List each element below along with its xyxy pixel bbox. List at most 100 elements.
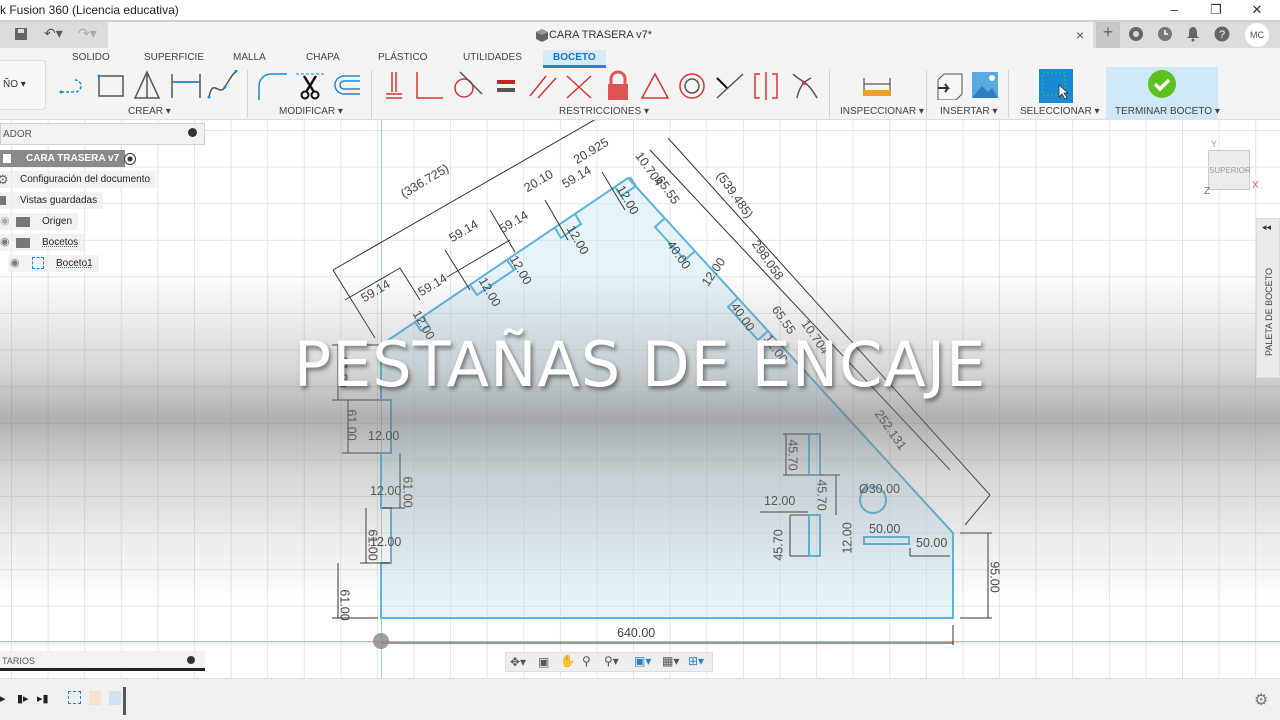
undo-icon[interactable]: ↶▾ (44, 25, 63, 42)
timeline-sketch-icon[interactable] (68, 691, 81, 704)
tab-plastico[interactable]: PLÁSTICO (378, 52, 427, 63)
viewcube[interactable]: SUPERIOR (1208, 150, 1251, 190)
activate-radio-icon[interactable] (124, 153, 136, 165)
workspace-dropdown[interactable]: ÑO ▾ (0, 60, 46, 110)
look-at-icon[interactable]: ▣ (538, 655, 549, 669)
tab-chapa[interactable]: CHAPA (306, 52, 340, 63)
dimension-label[interactable]: 50.00 (916, 536, 947, 550)
parallel-constraint-icon[interactable] (526, 70, 560, 100)
rectangle-tool-icon[interactable] (95, 70, 129, 100)
settings-gear-icon[interactable]: ⚙ (1254, 690, 1268, 710)
trim-tool-icon[interactable] (294, 70, 328, 100)
sketch-palette-collapsed[interactable]: ◂◂ PALETA DE BOCETO (1256, 218, 1280, 378)
new-tab-button[interactable]: + (1096, 22, 1120, 50)
dimension-label[interactable]: 61.00 (345, 409, 359, 440)
timeline-feature-icon[interactable] (89, 691, 101, 705)
zoom-icon[interactable]: ⚲ (582, 654, 591, 668)
dimension-label[interactable]: 12.00 (370, 484, 401, 498)
collapse-icon[interactable] (188, 128, 197, 137)
close-window-button[interactable]: ✕ (1247, 2, 1267, 18)
redo-icon[interactable]: ↷▾ (78, 25, 97, 42)
tab-solido[interactable]: SOLIDO (72, 52, 110, 63)
timeline-feature-icon[interactable] (109, 691, 121, 705)
step-forward-icon[interactable]: ▮▸ (17, 692, 29, 705)
orbit-icon[interactable]: ✥▾ (510, 655, 526, 669)
dimension-label[interactable]: 640.00 (617, 626, 655, 640)
eye-icon[interactable]: ◉ (0, 235, 10, 248)
dimension-label[interactable]: 12.00 (370, 535, 401, 549)
browser-header[interactable]: ADOR (0, 123, 205, 145)
pan-icon[interactable]: ✋ (560, 654, 575, 668)
insert-image-icon[interactable] (970, 70, 1004, 100)
user-avatar[interactable]: MC (1245, 23, 1269, 47)
tab-utilidades[interactable]: UTILIDADES (463, 52, 522, 63)
dimension-label[interactable]: 12.00 (841, 522, 855, 553)
browser-item-saved-views[interactable]: Vistas guardadas (0, 192, 104, 209)
document-tab[interactable]: CARA TRASERA v7* × (108, 22, 1093, 50)
dimension-label[interactable]: Ø30.00 (859, 482, 900, 496)
save-icon[interactable] (14, 27, 28, 44)
design-canvas[interactable]: (336.725) 59.14 59.14 59.14 59.14 59.14 … (0, 120, 1280, 678)
display-settings-icon[interactable]: ▣▾ (634, 654, 651, 668)
dimension-label[interactable]: 12.00 (764, 494, 795, 508)
minimize-button[interactable]: – (1164, 2, 1184, 17)
timeline-marker[interactable] (123, 687, 126, 715)
fillet-tool-icon[interactable] (256, 70, 290, 100)
fit-icon[interactable]: ⚲▾ (604, 654, 619, 668)
offset-tool-icon[interactable] (330, 70, 364, 100)
help-icon[interactable]: ? (1214, 26, 1230, 47)
dimension-label[interactable]: 45.70 (786, 439, 800, 470)
triangle-tool-icon[interactable] (131, 70, 165, 100)
perpendicular-constraint-icon[interactable] (412, 70, 446, 100)
browser-item-sketches[interactable]: ◉ Bocetos (0, 234, 85, 251)
comments-panel[interactable]: TARIOS (0, 651, 205, 671)
extensions-icon[interactable] (1128, 26, 1144, 47)
grid-settings-icon[interactable]: ▦▾ (662, 654, 679, 668)
job-status-icon[interactable] (1157, 26, 1173, 47)
constraints-menu[interactable]: RESTRICCIONES ▾ (559, 106, 649, 117)
measure-icon[interactable] (860, 70, 894, 100)
tangent-constraint-icon[interactable] (450, 70, 484, 100)
dimension-label[interactable]: 95.00 (988, 561, 1002, 592)
browser-item-origin[interactable]: ◉ Origen (0, 213, 79, 230)
browser-item-document-settings[interactable]: ⚙ Configuración del documento (0, 171, 157, 188)
line-tool-icon[interactable] (58, 70, 92, 100)
symmetry-constraint-icon[interactable] (750, 70, 784, 100)
go-to-end-icon[interactable]: ▸▮ (37, 692, 49, 705)
concentric-constraint-icon[interactable] (676, 70, 710, 100)
tab-superficie[interactable]: SUPERFICIE (144, 52, 204, 63)
select-menu[interactable]: SELECCIONAR ▾ (1020, 106, 1099, 117)
dimension-label[interactable]: 45.70 (815, 479, 829, 510)
create-menu[interactable]: CREAR ▾ (128, 106, 171, 117)
insert-derive-icon[interactable] (934, 70, 968, 100)
play-back-icon[interactable]: ▸ (0, 692, 6, 705)
eye-hidden-icon[interactable]: ◉ (0, 214, 10, 227)
fix-constraint-icon[interactable] (378, 70, 412, 100)
notifications-icon[interactable] (1186, 26, 1200, 47)
add-comment-icon[interactable] (187, 656, 195, 664)
curvature-constraint-icon[interactable] (787, 70, 821, 100)
dimension-label[interactable]: 61.00 (338, 589, 352, 620)
lock-constraint-icon[interactable] (602, 70, 636, 100)
expand-palette-icon[interactable]: ◂◂ (1262, 222, 1271, 233)
dimension-tool-icon[interactable] (169, 70, 203, 100)
triangle-constraint-icon[interactable] (639, 70, 673, 100)
tab-malla[interactable]: MALLA (233, 52, 266, 63)
close-tab-button[interactable]: × (1076, 27, 1084, 43)
browser-item-component[interactable]: CARA TRASERA v7 (0, 150, 126, 167)
dimension-label[interactable]: 50.00 (869, 522, 900, 536)
modify-menu[interactable]: MODIFICAR ▾ (279, 106, 343, 117)
tab-boceto[interactable]: BOCETO (543, 50, 606, 68)
midpoint-constraint-icon[interactable] (713, 70, 747, 100)
spline-tool-icon[interactable] (206, 70, 240, 100)
insert-menu[interactable]: INSERTAR ▾ (940, 106, 997, 117)
inspect-menu[interactable]: INSPECCIONAR ▾ (840, 106, 924, 117)
browser-item-sketch1[interactable]: ◉ Boceto1 (8, 255, 99, 272)
equal-constraint-icon[interactable] (489, 70, 523, 100)
maximize-button[interactable]: ❐ (1206, 2, 1226, 18)
finish-sketch-button[interactable]: TERMINAR BOCETO ▾ (1106, 67, 1220, 120)
select-tool-icon[interactable] (1039, 69, 1073, 103)
dimension-label[interactable]: 12.00 (368, 429, 399, 443)
dimension-label[interactable]: 61.00 (401, 476, 415, 507)
eye-icon[interactable]: ◉ (10, 256, 20, 269)
